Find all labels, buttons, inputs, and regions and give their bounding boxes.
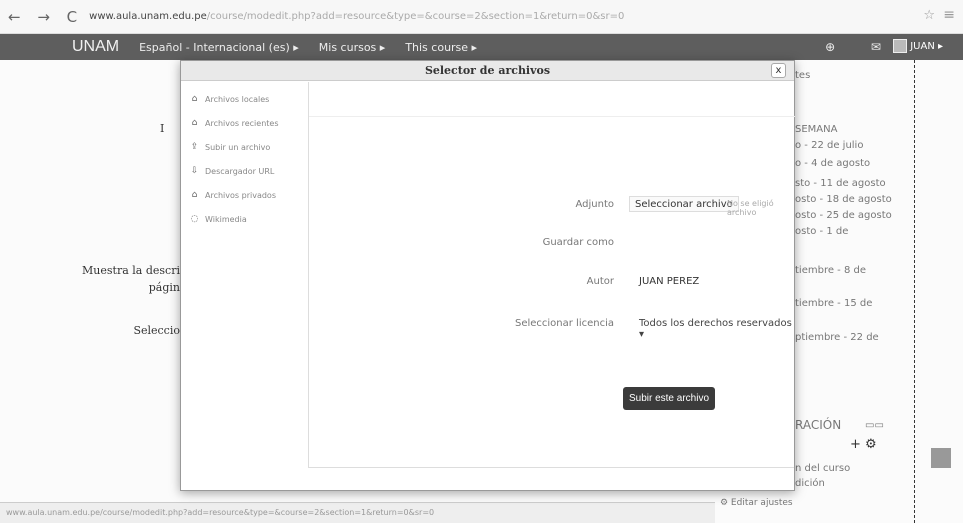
sidebar-link[interactable]: sto - 11 de agosto xyxy=(795,178,886,189)
upload-form: Adjunto Seleccionar archivo No se eligió… xyxy=(308,82,795,468)
browser-status-bar: www.aula.unam.edu.pe/course/modedit.php?… xyxy=(0,502,715,523)
repo-wikimedia[interactable]: ◌ Wikimedia xyxy=(189,214,247,224)
sidebar-link[interactable]: tiembre - 15 de xyxy=(795,298,872,309)
author-label: Autor xyxy=(586,276,614,287)
choose-file-button[interactable]: Seleccionar archivo xyxy=(629,196,739,212)
my-courses-menu[interactable]: Mis cursos ▸ xyxy=(319,41,386,54)
repo-label: Archivos recientes xyxy=(205,118,279,128)
license-value: Todos los derechos reservados xyxy=(639,318,792,329)
sidebar-link[interactable]: osto - 18 de agosto xyxy=(795,194,892,205)
navbar-icons[interactable]: ⊕ ✉ xyxy=(825,40,897,54)
sidebar-link[interactable]: osto - 1 de xyxy=(795,226,848,237)
sidebar-link[interactable]: osto - 25 de agosto xyxy=(795,210,892,221)
repo-private-files[interactable]: ⌂ Archivos privados xyxy=(189,190,276,200)
repo-label: Archivos privados xyxy=(205,190,276,200)
license-select[interactable]: Todos los derechos reservados ▾ xyxy=(639,318,794,340)
toolbar-divider xyxy=(309,116,795,117)
download-icon: ⇩ xyxy=(190,166,199,176)
site-brand[interactable]: UNAM xyxy=(72,38,119,56)
select-label: Seleccio xyxy=(133,324,180,337)
repo-label: Archivos locales xyxy=(205,94,270,104)
upload-file-button[interactable]: Subir este archivo xyxy=(623,387,715,410)
moodle-navbar: UNAM Español - Internacional (es) ▸ Mis … xyxy=(0,34,963,60)
repo-url-downloader[interactable]: ⇩ Descargador URL xyxy=(189,166,275,176)
repository-list: ⌂ Archivos locales ⌂ Archivos recientes ⇪ S… xyxy=(181,82,306,491)
save-as-label: Guardar como xyxy=(542,237,614,248)
folder-icon: ⌂ xyxy=(191,94,198,104)
chevron-down-icon: ▾ xyxy=(639,329,645,340)
language-menu[interactable]: Español - Internacional (es) ▸ xyxy=(139,41,299,54)
administration-heading: RACIÓN xyxy=(795,418,842,432)
partial-form-label: I xyxy=(160,122,165,135)
folder-icon: ⌂ xyxy=(191,190,198,200)
file-picker-dialog: Selector de archivos x ⌂ Archivos locales… xyxy=(180,60,795,491)
avatar xyxy=(893,39,908,53)
back-forward-reload-icons[interactable]: ← → C xyxy=(8,8,83,26)
repo-local-files[interactable]: ⌂ Archivos locales xyxy=(189,94,270,104)
edit-settings-link[interactable]: ⚙ Editar ajustes xyxy=(720,498,793,508)
no-file-status: No se eligió archivo xyxy=(727,199,774,217)
close-button[interactable]: x xyxy=(771,63,786,78)
block-controls-icon[interactable]: ▭▭ xyxy=(865,420,884,431)
side-tab[interactable] xyxy=(931,448,951,468)
sidebar-link[interactable]: o - 4 de agosto xyxy=(795,158,870,169)
bookmark-star-icon[interactable]: ☆ xyxy=(923,8,935,23)
repo-label: Subir un archivo xyxy=(205,142,271,152)
sidebar-line: n del curso xyxy=(795,463,851,474)
attachment-label: Adjunto xyxy=(575,199,614,210)
dialog-title: Selector de archivos xyxy=(181,61,794,81)
add-block-icon[interactable]: + ⚙ xyxy=(850,437,877,452)
sidebar-link[interactable]: tiembre - 8 de xyxy=(795,265,866,276)
sidebar-line: dición xyxy=(795,478,825,489)
folder-icon: ⌂ xyxy=(191,118,198,128)
author-value[interactable]: JUAN PEREZ xyxy=(639,276,699,287)
repo-recent-files[interactable]: ⌂ Archivos recientes xyxy=(189,118,279,128)
wikimedia-icon: ◌ xyxy=(190,214,199,224)
user-name: JUAN ▸ xyxy=(910,40,943,52)
user-menu[interactable]: JUAN ▸ xyxy=(893,39,943,53)
sidebar-link[interactable]: ptiembre - 22 de xyxy=(795,332,879,343)
sidebar-link[interactable]: o - 22 de julio xyxy=(795,140,863,151)
show-description-label-2: págin xyxy=(148,281,180,294)
license-label: Seleccionar licencia xyxy=(514,318,614,329)
browser-menu-icon[interactable]: ≡ xyxy=(943,7,955,23)
screen: { "browser": { "back_forward": "← → C", … xyxy=(0,0,963,523)
sidebar-line: SEMANA xyxy=(795,124,838,135)
repo-label: Descargador URL xyxy=(205,166,275,176)
repo-upload-file[interactable]: ⇪ Subir un archivo xyxy=(189,142,271,152)
repo-label: Wikimedia xyxy=(205,214,247,224)
browser-toolbar: ← → C www.aula.unam.edu.pe/course/modedi… xyxy=(0,0,963,34)
address-bar[interactable]: www.aula.unam.edu.pe/course/modedit.php?… xyxy=(89,11,624,22)
sidebar-line: tes xyxy=(795,70,811,81)
upload-icon: ⇪ xyxy=(190,142,199,152)
right-sidebar: tes SEMANA o - 22 de julio o - 4 de agos… xyxy=(795,60,915,523)
this-course-menu[interactable]: This course ▸ xyxy=(405,41,477,54)
show-description-label-1: Muestra la descri xyxy=(82,264,180,277)
